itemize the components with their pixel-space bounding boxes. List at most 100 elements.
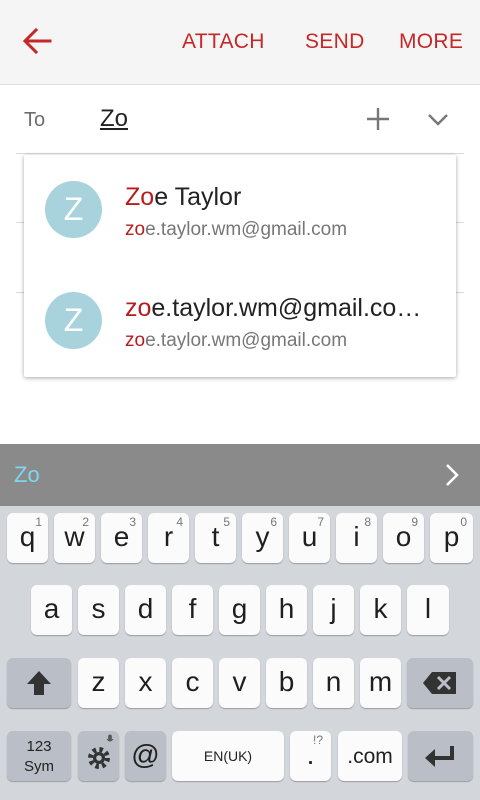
match-highlight: zo (125, 330, 146, 351)
key-label: v (232, 666, 247, 697)
key-label: w (64, 521, 85, 552)
predictive-text-bar: Zo (0, 444, 480, 506)
key-label: .com (347, 745, 393, 768)
key-label: m (368, 666, 393, 697)
key-o[interactable]: 9o (383, 513, 424, 563)
symbols-key[interactable]: 123 Sym (7, 731, 71, 781)
backspace-key[interactable] (407, 658, 473, 708)
key-label: a (43, 593, 60, 624)
avatar: Z (45, 292, 102, 349)
send-button[interactable]: SEND (305, 30, 365, 54)
email-rest: e.taylor.wm@gmail.com (145, 330, 348, 351)
avatar: Z (45, 181, 102, 238)
key-c[interactable]: c (172, 658, 213, 708)
key-y[interactable]: 6y (242, 513, 283, 563)
keyboard: 1q 2w 3e 4r 5t 6y 7u 8i 9o 0p a s d f g … (0, 506, 480, 800)
key-j[interactable]: j (313, 585, 354, 635)
to-label: To (24, 109, 46, 131)
suggestion-item[interactable]: Z Zoe Taylor zoe.taylor.wm@gmail.com (24, 155, 456, 266)
key-label: z (91, 666, 106, 697)
key-h[interactable]: h (266, 585, 307, 635)
key-m[interactable]: m (360, 658, 401, 708)
key-label: @ (131, 739, 160, 770)
key-f[interactable]: f (172, 585, 213, 635)
enter-key[interactable] (408, 731, 473, 781)
suggestion-email: zoe.taylor.wm@gmail.com (125, 219, 347, 241)
key-n[interactable]: n (313, 658, 354, 708)
key-a[interactable]: a (31, 585, 72, 635)
key-label: x (138, 666, 153, 697)
name-rest: e.taylor.wm@gmail.co… (151, 294, 422, 322)
key-label: l (424, 593, 432, 624)
key-x[interactable]: x (125, 658, 166, 708)
key-label: h (278, 593, 295, 624)
key-label: e (113, 521, 130, 552)
key-label: f (188, 593, 197, 624)
shift-key[interactable] (7, 658, 71, 708)
key-label: q (19, 521, 36, 552)
key-q[interactable]: 1q (7, 513, 48, 563)
key-label: s (91, 593, 106, 624)
key-label: c (185, 666, 200, 697)
match-highlight: Zo (125, 183, 155, 211)
suggestion-name: zoe.taylor.wm@gmail.co… (125, 294, 435, 323)
key-b[interactable]: b (266, 658, 307, 708)
contact-suggestions: Z Zoe Taylor zoe.taylor.wm@gmail.com Z z… (24, 155, 456, 377)
key-label: p (443, 521, 460, 552)
key-w[interactable]: 2w (54, 513, 95, 563)
shift-arrow-icon (27, 671, 51, 695)
dotcom-key[interactable]: .com (338, 731, 402, 781)
email-rest: e.taylor.wm@gmail.com (145, 219, 348, 240)
key-label: u (301, 521, 318, 552)
settings-key[interactable] (78, 731, 119, 781)
suggestion-name: Zoe Taylor (125, 183, 435, 212)
key-v[interactable]: v (219, 658, 260, 708)
space-key[interactable]: EN(UK) (172, 731, 284, 781)
key-l[interactable]: l (407, 585, 449, 635)
recipient-input[interactable]: Zo (100, 105, 128, 133)
chevron-right-icon[interactable] (442, 462, 462, 488)
key-k[interactable]: k (360, 585, 401, 635)
divider (16, 153, 464, 154)
symbols-label-bottom: Sym (24, 758, 54, 775)
prediction-word[interactable]: Zo (14, 462, 40, 488)
key-label: k (373, 593, 388, 624)
backspace-icon (423, 672, 456, 694)
back-arrow-icon[interactable] (20, 24, 54, 58)
attach-button[interactable]: ATTACH (182, 30, 265, 54)
key-label: t (211, 521, 220, 552)
key-u[interactable]: 7u (289, 513, 330, 563)
key-label: . (306, 739, 315, 770)
at-key[interactable]: @ (125, 731, 166, 781)
period-key[interactable]: !? . (290, 731, 331, 781)
key-d[interactable]: d (125, 585, 166, 635)
recipient-row: To Zo (0, 85, 480, 153)
key-r[interactable]: 4r (148, 513, 189, 563)
key-s[interactable]: s (78, 585, 119, 635)
plus-icon[interactable] (364, 105, 392, 133)
suggestion-item[interactable]: Z zoe.taylor.wm@gmail.co… zoe.taylor.wm@… (24, 266, 456, 377)
app-bar: ATTACH SEND MORE (0, 0, 480, 85)
language-label: EN(UK) (203, 748, 253, 764)
key-i[interactable]: 8i (336, 513, 377, 563)
key-t[interactable]: 5t (195, 513, 236, 563)
mic-icon (106, 734, 114, 742)
match-highlight: zo (125, 219, 146, 240)
more-button[interactable]: MORE (399, 30, 463, 54)
gear-icon (88, 747, 110, 769)
match-highlight: zo (125, 294, 152, 322)
key-label: y (255, 521, 270, 552)
key-z[interactable]: z (78, 658, 119, 708)
chevron-down-icon[interactable] (425, 107, 451, 133)
suggestion-email: zoe.taylor.wm@gmail.com (125, 330, 347, 352)
key-p[interactable]: 0p (430, 513, 473, 563)
key-g[interactable]: g (219, 585, 260, 635)
key-label: g (231, 593, 248, 624)
key-label: d (137, 593, 154, 624)
key-label: o (395, 521, 412, 552)
key-e[interactable]: 3e (101, 513, 142, 563)
key-label: i (353, 521, 360, 552)
key-label: j (330, 593, 337, 624)
key-label: r (163, 521, 174, 552)
key-label: n (325, 666, 342, 697)
